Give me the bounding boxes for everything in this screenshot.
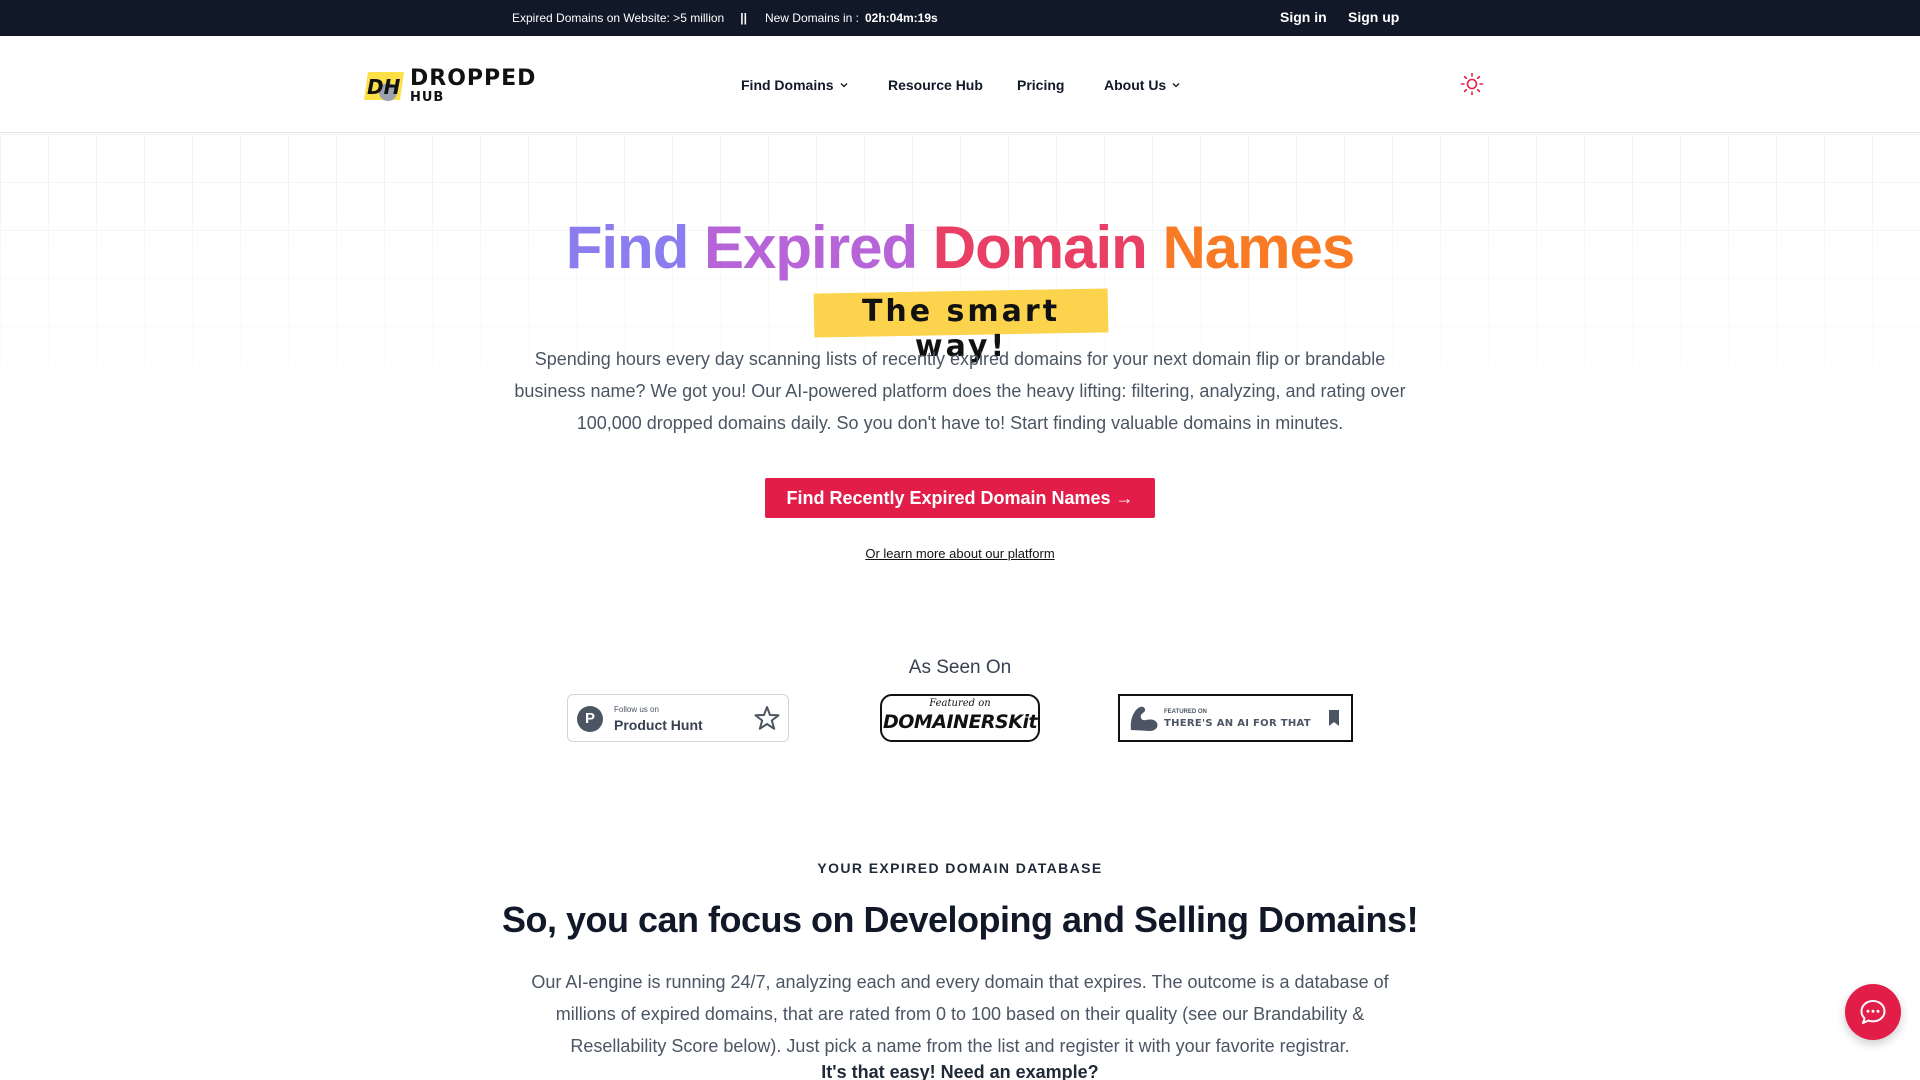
- find-expired-domains-button[interactable]: Find Recently Expired Domain Names →: [765, 478, 1155, 518]
- hero-title-word: Find: [565, 214, 690, 281]
- chevron-down-icon: [840, 83, 848, 88]
- site-header: DH DROPPED HUB Find Domains Resource Hub…: [0, 36, 1920, 133]
- learn-more-link[interactable]: Or learn more about our platform: [865, 546, 1054, 561]
- new-domains-label: New Domains in :: [764, 11, 859, 25]
- countdown-timer: 02h:04m:19s: [864, 11, 938, 25]
- hero-title-word: Names: [1162, 214, 1355, 281]
- theres-an-ai-for-that-badge[interactable]: FEATURED ON THERE'S AN AI FOR THAT: [1118, 694, 1353, 742]
- svg-text:DH: DH: [367, 75, 401, 99]
- chat-widget-button[interactable]: [1845, 984, 1901, 1040]
- domainerskit-badge[interactable]: Featured on DOMAINERSKit: [880, 694, 1040, 742]
- nav-find-domains[interactable]: Find Domains: [741, 77, 848, 93]
- stats-separator: ||: [740, 11, 747, 25]
- sign-in-link[interactable]: Sign in: [1280, 9, 1327, 25]
- section-callout: It's that easy! Need an example?: [821, 1062, 1099, 1080]
- hero-title-word: Expired: [704, 214, 918, 281]
- nav-resource-hub-label: Resource Hub: [888, 77, 983, 93]
- section-description: Our AI-engine is running 24/7, analyzing…: [531, 972, 1389, 1056]
- section-title: So, you can focus on Developing and Sell…: [501, 899, 1419, 940]
- nav-resource-hub[interactable]: Resource Hub: [888, 77, 983, 93]
- chat-bubble-icon: [1860, 1000, 1886, 1024]
- product-hunt-badge[interactable]: P Follow us on Product Hunt: [567, 694, 789, 742]
- learn-more-row: Or learn more about our platform: [0, 546, 1920, 561]
- sun-icon[interactable]: [1460, 72, 1484, 96]
- ai-badge-small-text: FEATURED ON: [1164, 709, 1207, 715]
- domain-stats: Expired Domains on Website: >5 million |…: [512, 11, 938, 25]
- logo-word-hub: HUB: [410, 90, 445, 105]
- nav-pricing[interactable]: Pricing: [1017, 77, 1064, 93]
- logo-mark-icon: DH: [364, 72, 404, 101]
- hero-title: Find Expired Domain Names: [0, 212, 1920, 284]
- product-hunt-text: Product Hunt: [614, 717, 703, 733]
- logo-word-dropped: DROPPED: [410, 66, 537, 91]
- dropped-hub-logo[interactable]: DH DROPPED HUB: [362, 64, 537, 108]
- product-hunt-small-text: Follow us on: [614, 705, 659, 714]
- domainerskit-text: DOMAINERSKit: [882, 711, 1038, 733]
- sign-up-link[interactable]: Sign up: [1348, 9, 1399, 25]
- expired-count-text: Expired Domains on Website: >5 million: [512, 11, 725, 25]
- nav-about-us-label: About Us: [1104, 77, 1167, 93]
- product-hunt-icon: P: [577, 706, 603, 732]
- bookmark-icon: [1329, 710, 1339, 726]
- as-seen-on-heading: As Seen On: [908, 657, 1012, 678]
- chevron-down-icon: [1172, 83, 1180, 88]
- flexed-arm-icon: [1130, 706, 1158, 731]
- section-eyebrow: YOUR EXPIRED DOMAIN DATABASE: [817, 860, 1103, 876]
- nav-about-us[interactable]: About Us: [1104, 77, 1180, 93]
- nav-find-domains-label: Find Domains: [741, 77, 834, 93]
- star-icon: [754, 706, 780, 730]
- nav-pricing-label: Pricing: [1017, 77, 1065, 93]
- hero-title-word: Domain: [932, 214, 1148, 281]
- hero-description: Spending hours every day scanning lists …: [514, 349, 1406, 433]
- domainerskit-small-text: Featured on: [929, 698, 991, 709]
- ai-badge-text: THERE'S AN AI FOR THAT: [1164, 718, 1311, 729]
- top-announcement-bar: Expired Domains on Website: >5 million |…: [0, 0, 1920, 36]
